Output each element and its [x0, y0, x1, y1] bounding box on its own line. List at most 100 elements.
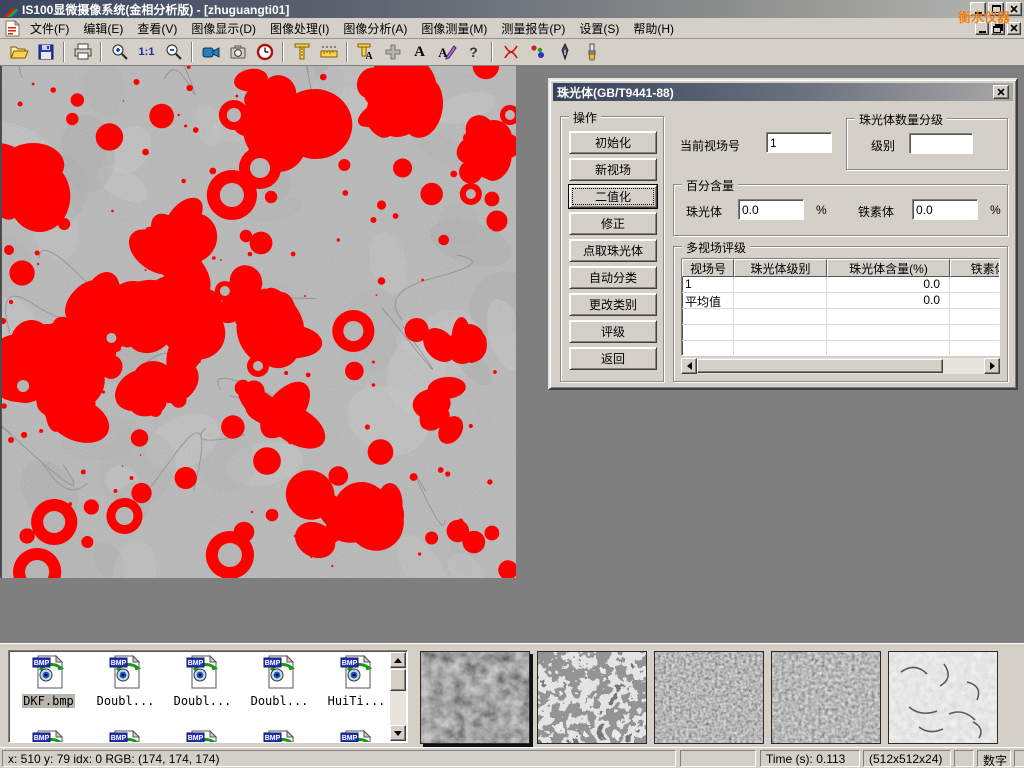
grid-button[interactable]	[379, 40, 406, 64]
scroll-up-button[interactable]	[390, 652, 406, 668]
scroll-right-button[interactable]	[984, 358, 1000, 374]
dialog-close-button[interactable]	[993, 85, 1009, 99]
ruler-icon	[319, 42, 339, 62]
file-item[interactable]	[165, 729, 240, 743]
menu-item-image-analysis[interactable]: 图像分析(A)	[336, 18, 414, 39]
dialog-titlebar[interactable]: 珠光体(GB/T9441-88)	[553, 83, 1013, 101]
file-item[interactable]	[242, 729, 317, 743]
file-name[interactable]: Doubl...	[173, 694, 233, 708]
file-item[interactable]: HuiTi...	[319, 654, 394, 708]
rating-table[interactable]: 视场号 珠光体级别 珠光体含量(%) 铁素体含量(%) 1 0.0 平均值 0.…	[681, 258, 1000, 356]
document-icon[interactable]	[4, 20, 21, 37]
specimen-image[interactable]	[0, 66, 516, 578]
file-name[interactable]: Doubl...	[96, 694, 156, 708]
file-name[interactable]: Doubl...	[250, 694, 310, 708]
menu-item-view[interactable]: 查看(V)	[130, 18, 184, 39]
thumbnail-2[interactable]	[537, 651, 647, 744]
camera-button[interactable]	[224, 40, 251, 64]
file-item[interactable]: Doubl...	[242, 654, 317, 708]
table-row[interactable]	[682, 341, 999, 356]
scrollbar-thumb[interactable]	[697, 359, 943, 373]
cell: 1	[682, 277, 734, 292]
init-button[interactable]: 初始化	[569, 131, 657, 154]
save-button[interactable]	[32, 40, 59, 64]
pick-pearlite-button[interactable]: 点取珠光体	[569, 239, 657, 262]
menu-item-edit[interactable]: 编辑(E)	[76, 18, 130, 39]
text-button[interactable]: A	[406, 40, 433, 64]
minimize-button[interactable]	[970, 2, 986, 16]
table-row[interactable]	[682, 325, 999, 341]
close-button[interactable]	[1006, 2, 1022, 16]
open-button[interactable]	[5, 40, 32, 64]
menu-item-settings[interactable]: 设置(S)	[572, 18, 626, 39]
menu-item-image-process[interactable]: 图像处理(I)	[263, 18, 336, 39]
menu-item-image-display[interactable]: 图像显示(D)	[184, 18, 263, 39]
return-button[interactable]: 返回	[569, 347, 657, 370]
file-name[interactable]: DKF.bmp	[22, 694, 75, 708]
file-item[interactable]: Doubl...	[88, 654, 163, 708]
video-capture-button[interactable]	[197, 40, 224, 64]
button-label: 返回	[601, 350, 625, 367]
print-button[interactable]	[69, 40, 96, 64]
correct-button[interactable]: 修正	[569, 212, 657, 235]
file-item[interactable]	[11, 729, 86, 743]
timer-button[interactable]	[251, 40, 278, 64]
cell	[950, 341, 1000, 356]
file-item[interactable]	[88, 729, 163, 743]
bmp-file-icon	[262, 729, 298, 743]
pearlite-percent-input[interactable]	[738, 199, 804, 220]
scrollbar-thumb[interactable]	[390, 669, 406, 691]
zoom-actual-button[interactable]: 1:1	[133, 40, 160, 64]
level-input[interactable]	[909, 133, 973, 154]
current-field-input[interactable]	[766, 132, 832, 153]
auto-classify-button[interactable]: 自动分类	[569, 266, 657, 289]
thumbnail-4[interactable]	[771, 651, 881, 744]
change-class-button[interactable]: 更改类别	[569, 293, 657, 316]
particle-analysis-button[interactable]	[524, 40, 551, 64]
file-name[interactable]: HuiTi...	[327, 694, 387, 708]
zoom-in-button[interactable]	[106, 40, 133, 64]
measure-text-button[interactable]: A	[352, 40, 379, 64]
menu-item-help[interactable]: 帮助(H)	[626, 18, 681, 39]
file-browser[interactable]: DKF.bmp Doubl... Doubl... Doubl... HuiTi…	[8, 650, 408, 743]
mdi-restore-button[interactable]	[991, 22, 1005, 35]
thumbnail-3[interactable]	[654, 651, 764, 744]
pen-tool-button[interactable]	[551, 40, 578, 64]
curve-cross-icon	[501, 42, 521, 62]
menu-item-file[interactable]: 文件(F)	[23, 18, 76, 39]
table-row[interactable]	[682, 309, 999, 325]
table-row[interactable]: 平均值 0.0	[682, 293, 999, 309]
one-to-one-icon: 1:1	[139, 46, 155, 58]
table-hscrollbar[interactable]	[681, 358, 1000, 374]
annotate-button[interactable]: A	[433, 40, 460, 64]
brush-tool-button[interactable]	[578, 40, 605, 64]
file-item[interactable]: Doubl...	[165, 654, 240, 708]
caliper-button[interactable]	[288, 40, 315, 64]
ferrite-percent-input[interactable]	[912, 199, 978, 220]
maximize-button[interactable]	[988, 2, 1004, 16]
mdi-close-button[interactable]	[1007, 22, 1021, 35]
ruler-button[interactable]	[315, 40, 342, 64]
cell	[950, 277, 1000, 292]
scroll-left-button[interactable]	[681, 358, 697, 374]
menu-item-report[interactable]: 测量报告(P)	[494, 18, 572, 39]
help-button[interactable]: ?	[460, 40, 487, 64]
button-label: 自动分类	[589, 269, 637, 286]
binarize-button[interactable]: 二值化	[569, 185, 657, 208]
dialog-title: 珠光体(GB/T9441-88)	[557, 84, 674, 101]
new-field-button[interactable]: 新视场	[569, 158, 657, 181]
grade-button[interactable]: 评级	[569, 320, 657, 343]
mdi-minimize-button[interactable]	[975, 22, 989, 35]
menu-item-image-measure[interactable]: 图像测量(M)	[414, 18, 494, 39]
cursor-status: x: 510 y: 79 idx: 0 RGB: (174, 174, 174)	[2, 750, 676, 767]
file-item[interactable]: DKF.bmp	[11, 654, 86, 708]
curve-tool-button[interactable]	[497, 40, 524, 64]
file-item[interactable]	[319, 729, 394, 743]
table-row[interactable]: 1 0.0	[682, 277, 999, 293]
thumbnail-5[interactable]	[888, 651, 998, 744]
scroll-down-button[interactable]	[390, 725, 406, 741]
zoom-out-button[interactable]	[160, 40, 187, 64]
thumbnail-1[interactable]	[420, 651, 530, 744]
file-vscrollbar[interactable]	[390, 652, 406, 741]
window-title: IS100显微摄像系统(金相分析版) - [zhuguangti01]	[22, 1, 289, 18]
